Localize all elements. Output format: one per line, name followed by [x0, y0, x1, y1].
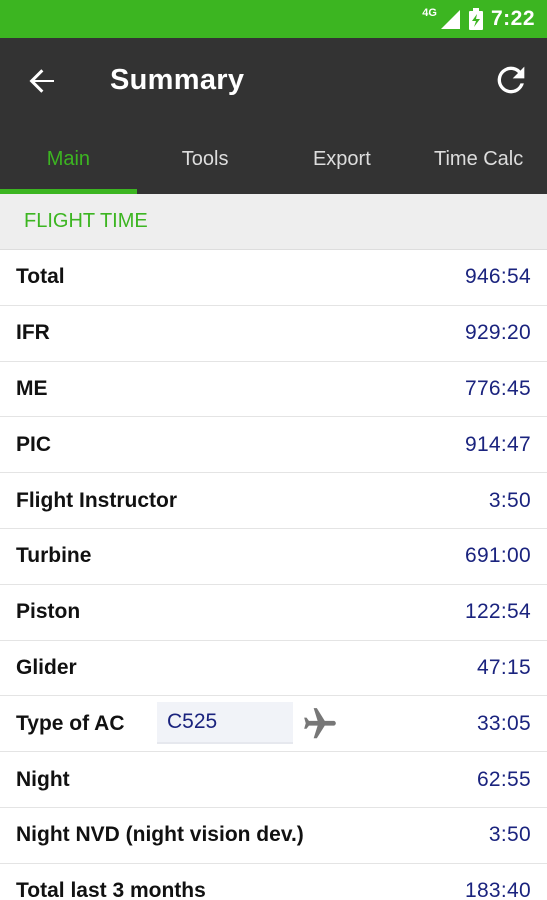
row-label: Glider	[16, 655, 77, 679]
signal-icon	[440, 10, 460, 29]
row-label: Turbine	[16, 544, 92, 568]
page-title: Summary	[110, 64, 245, 96]
row-value: 183:40	[464, 879, 531, 900]
battery-charging-icon	[468, 8, 483, 30]
tab-export[interactable]: Export	[274, 124, 411, 194]
row-night-nvd: Night NVD (night vision dev.) 3:50	[0, 808, 547, 864]
row-label: Total	[16, 265, 65, 289]
row-label: Piston	[16, 600, 81, 624]
row-label: ME	[16, 376, 48, 400]
row-glider: Glider 47:15	[0, 641, 547, 697]
refresh-icon[interactable]	[491, 60, 531, 100]
row-value: 122:54	[464, 600, 531, 624]
row-value: 62:55	[476, 767, 531, 791]
row-turbine: Turbine 691:00	[0, 529, 547, 585]
row-label: PIC	[16, 432, 52, 456]
row-value: 3:50	[488, 488, 531, 512]
row-total-last-3-months: Total last 3 months 183:40	[0, 864, 547, 900]
row-label: Flight Instructor	[16, 488, 177, 512]
row-label: IFR	[16, 321, 50, 345]
row-ifr: IFR 929:20	[0, 306, 547, 362]
row-value: 33:05	[476, 711, 531, 735]
tab-bar: Main Tools Export Time Calc	[0, 124, 547, 194]
network-type: 4G	[422, 7, 437, 19]
row-label: Type of AC	[16, 711, 125, 735]
row-value: 691:00	[464, 544, 531, 568]
aircraft-type-input[interactable]: C525	[157, 702, 293, 745]
status-bar: 4G 7:22	[0, 0, 547, 38]
tab-main[interactable]: Main	[0, 124, 137, 194]
row-value: 776:45	[464, 376, 531, 400]
row-label: Night	[16, 767, 70, 791]
row-piston: Piston 122:54	[0, 585, 547, 641]
row-value: 3:50	[488, 823, 531, 847]
row-pic: PIC 914:47	[0, 417, 547, 474]
section-header-flight-time: FLIGHT TIME	[0, 194, 547, 250]
row-value: 929:20	[464, 321, 531, 345]
airplane-icon[interactable]	[300, 705, 340, 743]
row-label: Night NVD (night vision dev.)	[16, 823, 304, 847]
row-label: Total last 3 months	[16, 879, 206, 900]
row-flight-instructor: Flight Instructor 3:50	[0, 473, 547, 529]
row-total: Total 946:54	[0, 250, 547, 306]
flight-time-list: Total 946:54 IFR 929:20 ME 776:45 PIC 91…	[0, 250, 547, 900]
status-time: 7:22	[490, 7, 535, 30]
row-value: 914:47	[464, 432, 531, 456]
arrow-back-icon[interactable]	[24, 63, 60, 99]
tab-tools[interactable]: Tools	[137, 124, 274, 194]
row-me: ME 776:45	[0, 362, 547, 418]
app-bar: Summary	[0, 38, 547, 124]
row-value: 946:54	[464, 265, 531, 289]
row-type-of-ac: Type of AC C525 33:05	[0, 696, 547, 753]
row-value: 47:15	[476, 655, 531, 679]
row-night: Night 62:55	[0, 752, 547, 808]
tab-time-calc[interactable]: Time Calc	[410, 124, 547, 194]
